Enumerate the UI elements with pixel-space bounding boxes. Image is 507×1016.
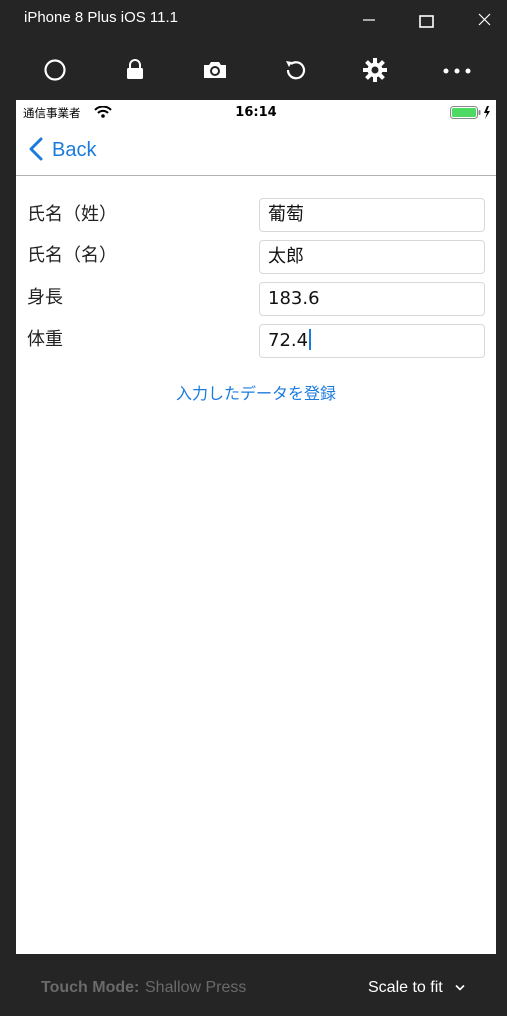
more-icon [443, 68, 471, 74]
last-name-input[interactable]: 葡萄 [259, 198, 485, 232]
simulator-toolbar [0, 40, 507, 98]
lock-icon [127, 59, 143, 79]
camera-icon [204, 62, 226, 78]
first-name-input[interactable]: 太郎 [259, 240, 485, 274]
settings-button[interactable] [361, 56, 389, 84]
more-button[interactable] [441, 56, 475, 84]
height-input[interactable]: 183.6 [259, 282, 485, 316]
lock-button[interactable] [121, 56, 149, 84]
maximize-icon [419, 15, 434, 28]
minimize-icon [363, 19, 375, 21]
maximize-button[interactable] [403, 0, 449, 40]
home-button-icon [44, 59, 66, 81]
first-name-label: 氏名（名） [27, 245, 117, 266]
device-screen: 通信事業者 16:14 Back 氏名（姓） 葡萄 氏名（名） 太郎 身長 18… [16, 100, 496, 954]
register-button[interactable]: 入力したデータを登録 [16, 380, 496, 404]
touch-mode-label: Touch Mode: [41, 979, 140, 996]
navigation-bar: Back [16, 124, 496, 176]
weight-value: 72.4 [268, 330, 309, 351]
screenshot-button[interactable] [201, 56, 229, 84]
minimize-button[interactable] [346, 0, 392, 40]
window-title: iPhone 8 Plus iOS 11.1 [24, 9, 178, 26]
status-bar: 通信事業者 16:14 [16, 100, 496, 124]
battery-icon [450, 106, 490, 119]
chevron-left-icon [29, 137, 43, 161]
scale-dropdown[interactable]: Scale to fit [368, 979, 443, 997]
window-titlebar: iPhone 8 Plus iOS 11.1 [0, 0, 507, 40]
last-name-label: 氏名（姓） [27, 204, 117, 225]
weight-input[interactable]: 72.4 [259, 324, 485, 358]
status-time: 16:14 [235, 105, 277, 120]
touch-mode-value[interactable]: Shallow Press [145, 979, 246, 997]
simulator-footer: Touch Mode: Shallow Press Scale to fit [0, 956, 507, 1016]
back-button-label: Back [52, 139, 97, 161]
close-icon [478, 13, 491, 26]
rotate-icon [286, 61, 306, 80]
text-cursor [309, 329, 312, 350]
gear-icon [363, 58, 387, 82]
height-label: 身長 [27, 287, 63, 308]
home-button[interactable] [41, 56, 69, 84]
chevron-down-icon[interactable] [455, 984, 465, 992]
rotate-button[interactable] [281, 56, 309, 84]
close-button[interactable] [461, 0, 507, 40]
weight-label: 体重 [27, 329, 63, 350]
